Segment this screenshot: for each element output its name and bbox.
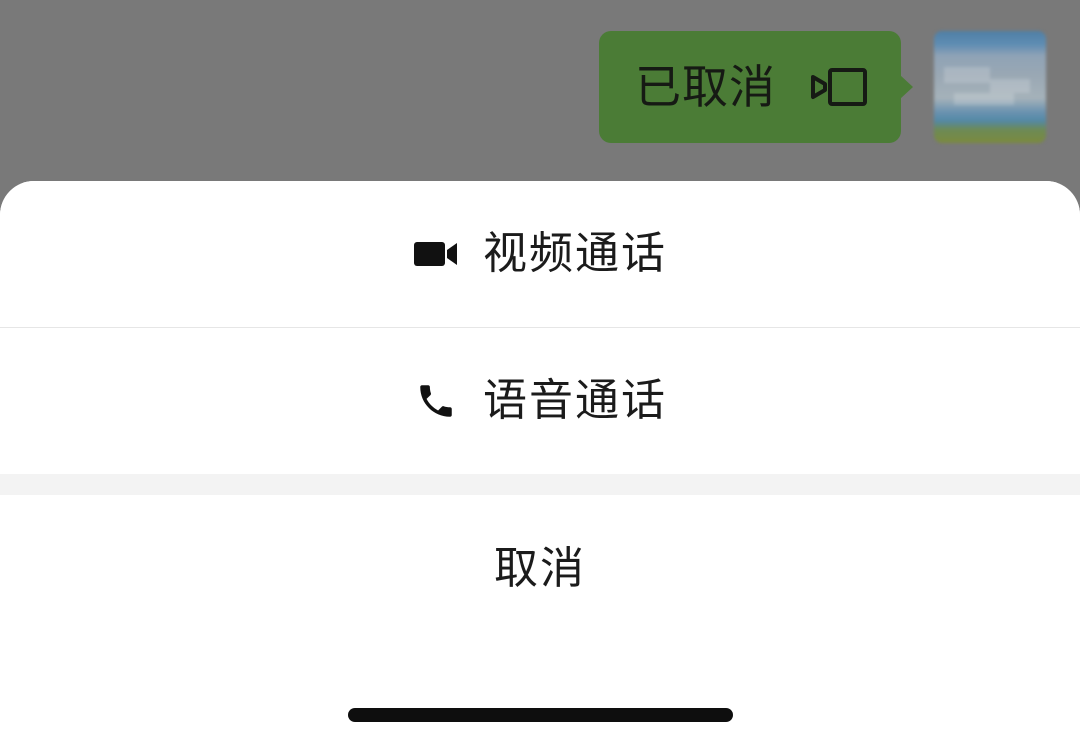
cancel-label: 取消: [494, 543, 586, 594]
call-action-sheet: 视频通话 语音通话 取消: [0, 181, 1080, 743]
video-call-label: 视频通话: [483, 228, 667, 279]
chat-area: 已取消: [0, 0, 1080, 200]
voice-call-option[interactable]: 语音通话: [0, 328, 1080, 474]
voice-call-label: 语音通话: [483, 375, 667, 426]
phone-icon: [413, 378, 459, 424]
video-camera-icon: [413, 231, 459, 277]
video-call-icon: [810, 67, 868, 107]
section-separator: [0, 474, 1080, 495]
avatar[interactable]: [934, 31, 1046, 143]
video-call-option[interactable]: 视频通话: [0, 181, 1080, 327]
cancel-button[interactable]: 取消: [0, 495, 1080, 643]
home-indicator[interactable]: [348, 708, 733, 722]
call-message-bubble[interactable]: 已取消: [599, 31, 913, 143]
call-status-text: 已取消: [635, 60, 776, 114]
